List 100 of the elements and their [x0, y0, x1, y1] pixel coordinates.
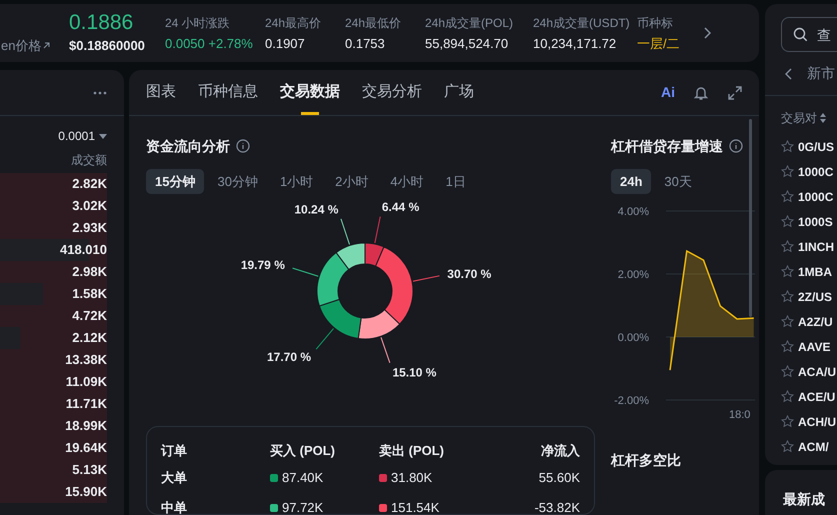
section-title: 杠杆多空比	[611, 451, 682, 470]
stat-value: 0.0050 +2.78%	[165, 35, 254, 53]
pair-name[interactable]: 1INCH	[798, 238, 834, 256]
amount-cell-text: 11.09K	[66, 373, 107, 392]
slice-label: 10.24 %	[294, 202, 338, 216]
category-tab[interactable]: 新市	[807, 63, 835, 84]
column-header: 买入 (POL)	[270, 442, 336, 460]
tab[interactable]: 交易数据	[280, 70, 340, 115]
star-icon[interactable]	[781, 290, 794, 303]
usd-price: $0.18860000	[69, 37, 146, 55]
pair-name[interactable]: ACE/U	[798, 388, 836, 406]
period-tab[interactable]: 1小时	[270, 169, 322, 194]
star-icon[interactable]	[781, 440, 794, 453]
amount-cell-text: 13.38K	[65, 351, 107, 370]
star-icon[interactable]	[781, 240, 794, 253]
table-cell-text: -53.82K	[533, 499, 580, 514]
amount-cell-text: 3.02K	[72, 197, 107, 216]
axis-label: 2.00%	[618, 269, 649, 281]
column-header: 净流入	[540, 442, 580, 460]
info-icon[interactable]	[236, 139, 250, 153]
axis-label: 18:0	[729, 409, 750, 421]
amount-cell-text: 2.82K	[72, 175, 107, 194]
leader-line	[412, 275, 440, 282]
last-price: 0.1886	[69, 10, 134, 36]
section-title: 最新成	[783, 491, 825, 507]
stat-value: 10,234,171.72	[533, 35, 618, 53]
amount-cell-text: 4.72K	[72, 307, 107, 326]
pair-name[interactable]: A2Z/U	[798, 312, 833, 330]
stat-value: 55,894,524.70	[425, 35, 510, 53]
period-tab[interactable]: 30分钟	[208, 169, 267, 194]
more-icon[interactable]	[93, 90, 107, 94]
period-tab[interactable]: 4小时	[381, 169, 433, 194]
stat-value: 0.1753	[345, 35, 386, 53]
pair-name[interactable]: 1000C	[798, 188, 834, 206]
slice-label: 6.44 %	[382, 200, 420, 214]
ai-label[interactable]: Ai	[661, 82, 675, 103]
column-header: 卖出 (POL)	[379, 442, 445, 460]
amount-cell-text: 2.12K	[72, 329, 107, 348]
pair-name[interactable]: ACH/U	[798, 412, 836, 430]
table-cell-text: 31.80K	[391, 469, 432, 488]
pair-name[interactable]: AAVE	[798, 338, 830, 356]
tab[interactable]: 币种信息	[198, 70, 258, 115]
pair-name[interactable]: 1000C	[798, 162, 834, 180]
star-icon[interactable]	[781, 265, 794, 278]
star-icon[interactable]	[781, 340, 794, 353]
expand-icon[interactable]	[727, 84, 743, 100]
star-icon[interactable]	[781, 365, 794, 378]
scrollbar[interactable]	[749, 119, 752, 317]
section-title: 资金流向分析	[146, 136, 230, 156]
pair-name[interactable]: ACM/	[798, 438, 829, 456]
slice-label: 30.70 %	[447, 266, 492, 281]
tab[interactable]: 图表	[146, 70, 176, 115]
star-icon[interactable]	[781, 165, 794, 178]
sort-icon[interactable]	[820, 113, 826, 123]
info-icon[interactable]	[729, 139, 743, 153]
star-icon[interactable]	[781, 315, 794, 328]
amount-cell-text: 5.13K	[72, 461, 107, 480]
amount-cell-text: 2.98K	[72, 263, 107, 282]
section-title: 杠杆借贷存量增速	[611, 136, 723, 156]
precision-dropdown[interactable]: 0.0001	[0, 116, 124, 150]
table-cell-text: 151.54K	[391, 499, 440, 514]
tab[interactable]: 广场	[444, 70, 474, 115]
period-tab[interactable]: 2小时	[326, 169, 378, 194]
pair-name[interactable]: 2Z/US	[798, 288, 832, 306]
caret-icon	[99, 134, 107, 138]
slice-label: 17.70 %	[266, 350, 312, 364]
back-icon[interactable]	[785, 68, 793, 80]
stat-label: 24 小时涨跌	[165, 15, 231, 32]
stat-label: 币种标	[637, 15, 674, 32]
period-tab[interactable]: 15分钟	[146, 169, 204, 194]
amount-cell-text: 1.58K	[72, 285, 107, 304]
pair-name[interactable]: ACA/U	[798, 362, 836, 380]
stat-value: 一层/二	[637, 35, 681, 53]
star-icon[interactable]	[781, 140, 794, 153]
period-tab[interactable]: 1日	[436, 169, 475, 194]
axis-label: -2.00%	[614, 395, 649, 407]
star-icon[interactable]	[781, 190, 794, 203]
amount-cell-text: 18.99K	[65, 417, 107, 436]
external-link-icon[interactable]	[43, 42, 50, 49]
period-tab[interactable]: 24h	[611, 169, 652, 194]
search-field[interactable]: 查	[781, 17, 837, 52]
price-label[interactable]: en价格	[1, 36, 42, 55]
period-tab[interactable]: 30天	[655, 169, 701, 194]
axis-label: 4.00%	[618, 206, 649, 218]
leader-line	[374, 216, 381, 244]
leader-line	[292, 268, 319, 277]
star-icon[interactable]	[781, 215, 794, 228]
column-header[interactable]: 交易对	[781, 109, 817, 127]
pair-name[interactable]: 0G/US	[798, 138, 834, 156]
bell-icon[interactable]	[693, 84, 709, 100]
star-icon[interactable]	[781, 390, 794, 403]
leader-line	[316, 328, 334, 350]
star-icon[interactable]	[781, 415, 794, 428]
tab[interactable]: 交易分析	[362, 70, 422, 115]
slice-label: 15.10 %	[392, 365, 436, 380]
table-cell-text: 87.40K	[282, 469, 324, 488]
pair-name[interactable]: 1000S	[798, 212, 833, 230]
pair-name[interactable]: 1MBA	[798, 262, 832, 280]
leader-line	[380, 336, 390, 364]
chevron-right-icon[interactable]	[703, 27, 711, 39]
